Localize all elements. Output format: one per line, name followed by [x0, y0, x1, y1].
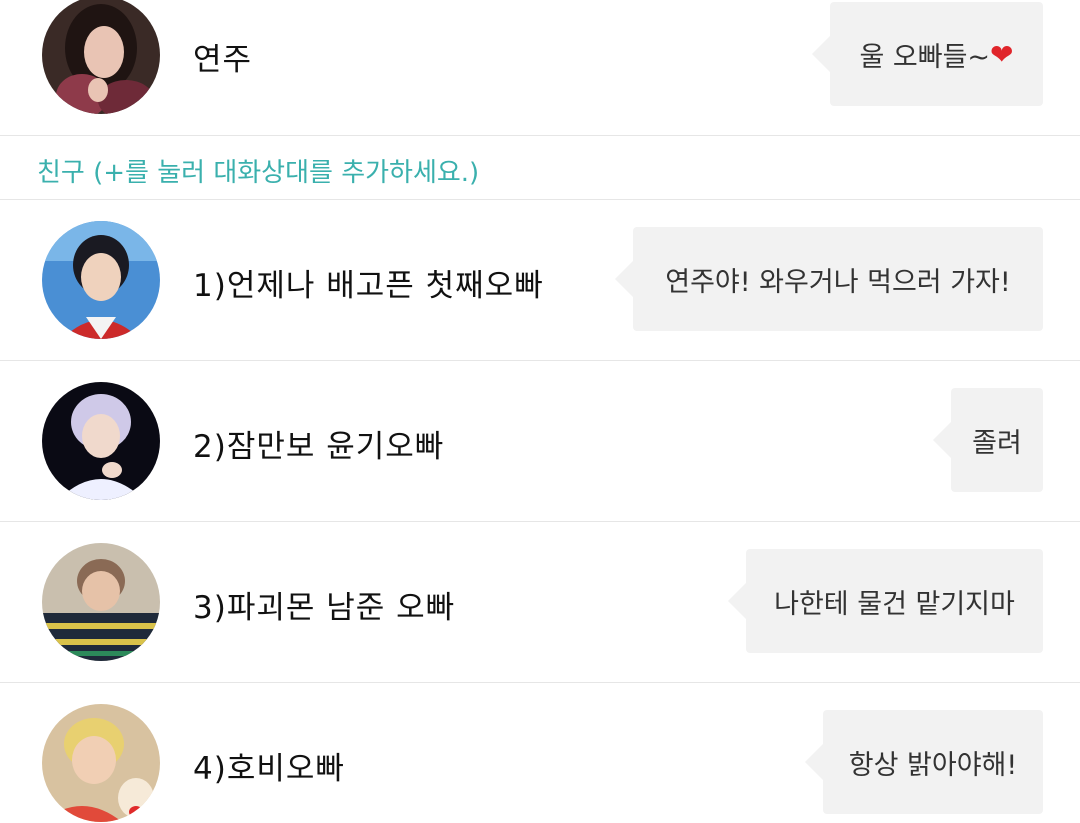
status-bubble: 울 오빠들~ ❤ [812, 2, 1043, 106]
avatar[interactable] [42, 221, 160, 339]
friend-row-4[interactable]: 4)호비오빠 항상 밝아야해! [0, 683, 1080, 823]
my-profile-row[interactable]: 연주 울 오빠들~ ❤ [0, 0, 1080, 136]
profile-photo-icon [42, 382, 160, 500]
friend-name: 3)파괴몬 남준 오빠 [193, 590, 456, 626]
friend-name: 1)언제나 배고픈 첫째오빠 [193, 268, 544, 304]
profile-photo-icon [42, 704, 160, 822]
avatar[interactable] [42, 382, 160, 500]
friend-row-2[interactable]: 2)잠만보 윤기오빠 졸려 [0, 361, 1080, 522]
avatar[interactable] [42, 0, 160, 114]
status-text: 연주야! 와우거나 먹으러 가자! [665, 266, 1011, 298]
status-bubble: 졸려 [933, 388, 1043, 492]
status-bubble: 연주야! 와우거나 먹으러 가자! [615, 227, 1043, 331]
status-text: 나한테 물건 맡기지마 [774, 588, 1015, 620]
status-text: 졸려 [972, 427, 1022, 459]
status-bubble: 항상 밝아야해! [805, 710, 1043, 814]
status-text: 항상 밝아야해! [848, 749, 1018, 781]
friend-row-3[interactable]: 3)파괴몬 남준 오빠 나한테 물건 맡기지마 [0, 522, 1080, 683]
heart-icon: ❤ [990, 37, 1014, 71]
avatar[interactable] [42, 543, 160, 661]
friends-header-label: 친구 (+를 눌러 대화상대를 추가하세요.) [37, 158, 480, 188]
friend-name: 2)잠만보 윤기오빠 [193, 429, 445, 465]
profile-photo-icon [42, 543, 160, 661]
profile-photo-icon [42, 0, 160, 114]
friend-row-1[interactable]: 1)언제나 배고픈 첫째오빠 연주야! 와우거나 먹으러 가자! [0, 200, 1080, 361]
avatar[interactable] [42, 704, 160, 822]
status-text: 울 오빠들~ [859, 41, 991, 73]
profile-name: 연주 [193, 42, 253, 78]
status-bubble: 나한테 물건 맡기지마 [728, 549, 1043, 653]
friend-name: 4)호비오빠 [193, 751, 345, 787]
profile-photo-icon [42, 221, 160, 339]
friends-section-header: 친구 (+를 눌러 대화상대를 추가하세요.) [0, 136, 1080, 200]
